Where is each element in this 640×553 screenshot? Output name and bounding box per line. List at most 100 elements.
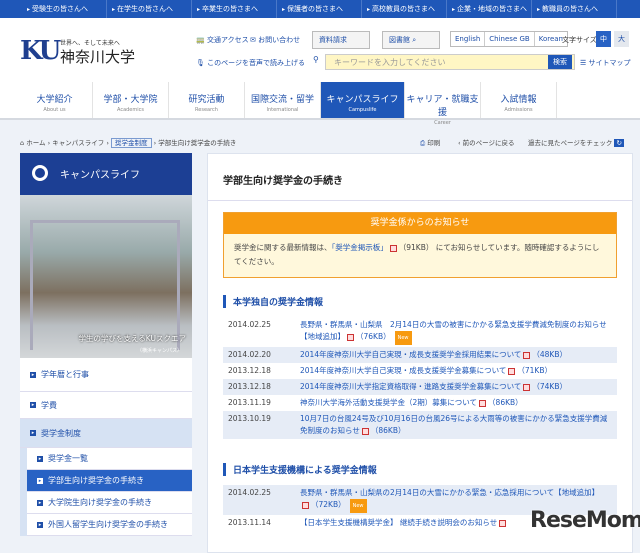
sitemap-link[interactable]: ☰ サイトマップ	[580, 58, 631, 68]
nav-campuslife[interactable]: キャンパスライフ Campuslife	[321, 82, 405, 118]
pdf-icon	[347, 333, 354, 341]
contact-link[interactable]: ✉ お問い合わせ	[250, 35, 300, 45]
nav-research[interactable]: 研究活動 Research	[169, 82, 245, 118]
pdf-icon	[523, 351, 531, 359]
notice-body: 奨学金に関する最新情報は、「奨学金掲示板」 （91KB） にてお知らせしています。…	[234, 243, 600, 266]
breadcrumb-home[interactable]: ホーム	[26, 139, 45, 147]
request-button[interactable]: 資料請求	[312, 31, 370, 49]
row-link[interactable]: 【日本学生支援機構奨学金】 継続手続き説明会のお知らせ	[300, 518, 497, 527]
main-content: 学部生向け奨学金の手続き 奨学金係からのお知らせ 奨学金に関する最新情報は、「奨…	[207, 153, 633, 553]
voice-reader-link[interactable]: 🎙 このページを音声で読み上げる	[196, 58, 305, 68]
home-icon: ⌂	[20, 139, 25, 147]
breadcrumb-current: 学部生向け奨学金の手続き	[158, 139, 237, 147]
news-list: 2014.02.25 長野県・群馬県・山梨県 2月14日の大雪の被害にかかる緊急支…	[223, 317, 617, 439]
university-name[interactable]: 神奈川大学	[60, 46, 135, 67]
sidebar-sub-international[interactable]: 外国人留学生向け奨学金の手続き	[27, 514, 192, 536]
row-link[interactable]: 長野県・群馬県・山梨県の2月14日の大雪にかかる緊急・応急採用について【地域追加…	[300, 488, 599, 497]
table-row: 2013.12.18 2014年度神奈川大学自己実現・成長支援奨学金募集について （…	[223, 363, 617, 379]
breadcrumb-scholarship[interactable]: 奨学金制度	[111, 138, 152, 148]
audience-bar: 受験生の皆さんへ 在学生の皆さんへ 卒業生の皆さまへ 保護者の皆さまへ 高校教員…	[0, 0, 640, 18]
search-input[interactable]: キーワードを入力してください	[325, 54, 575, 70]
table-row: 2014.02.25 長野県・群馬県・山梨県 2月14日の大雪の被害にかかる緊急支…	[223, 317, 617, 347]
notice-box: 奨学金係からのお知らせ 奨学金に関する最新情報は、「奨学金掲示板」 （91KB） …	[223, 212, 617, 278]
language-switcher: English Chinese GB Korean	[450, 31, 568, 47]
new-badge: New	[394, 331, 412, 345]
sidebar-sub-undergrad[interactable]: 学部生向け奨学金の手続き	[27, 470, 192, 492]
sidebar: キャンパスライフ 学生の学びを支えるKUスクエア （横浜キャンパス） 学年暦と行…	[20, 153, 192, 536]
lang-chinese[interactable]: Chinese GB	[485, 32, 535, 46]
sidebar-item-scholarship[interactable]: 奨学金制度	[20, 419, 192, 448]
font-size-label: 文字サイズ	[562, 36, 597, 44]
table-row: 2013.10.19 10月7日の台風24号及び10月16日の台風26号による大雨…	[223, 411, 617, 439]
font-size-large[interactable]: 大	[614, 31, 629, 47]
sidebar-item-calendar[interactable]: 学年暦と行事	[20, 358, 192, 392]
nav-admissions[interactable]: 入試情報 Admissions	[481, 82, 557, 118]
table-row: 2014.02.20 2014年度神奈川大学自己実現・成長支援奨学金採用結果につい…	[223, 347, 617, 363]
sidebar-header: キャンパスライフ	[20, 153, 192, 195]
row-link[interactable]: 2014年度神奈川大学自己実現・成長支援奨学金採用結果について	[300, 350, 521, 359]
history-link[interactable]: 過去に見たページをチェック ↻	[528, 137, 624, 147]
nav-about[interactable]: 大学紹介 About us	[17, 82, 93, 118]
sidebar-item-fees[interactable]: 学費	[20, 392, 192, 419]
sidebar-sub-graduate[interactable]: 大学院生向け奨学金の手続き	[27, 492, 192, 514]
font-size-mid[interactable]: 中	[596, 31, 611, 47]
file-size: （74KB）	[532, 382, 567, 391]
page-title: 学部生向け奨学金の手続き	[223, 176, 343, 187]
row-link[interactable]: 2014年度神奈川大学指定資格取得・進路支援奨学金募集について	[300, 382, 521, 391]
audience-link[interactable]: 受験生の皆さんへ	[22, 0, 107, 18]
row-link[interactable]: 長野県・群馬県・山梨県 2月14日の大雪の被害にかかる緊急支援学費減免制度のお知…	[300, 320, 607, 341]
breadcrumb-campuslife[interactable]: キャンパスライフ	[52, 139, 104, 147]
new-badge: New	[349, 499, 367, 513]
sidebar-sub-list[interactable]: 奨学金一覧	[27, 448, 192, 470]
search-button[interactable]: 検索	[548, 55, 572, 69]
file-size: （86KB）	[488, 398, 523, 407]
back-link[interactable]: ‹ 前のページに戻る	[458, 137, 515, 147]
row-date: 2013.12.18	[228, 366, 271, 375]
search-icon: ⚲	[313, 55, 319, 64]
pdf-icon	[499, 519, 507, 527]
row-date: 2013.12.18	[228, 382, 271, 391]
bulletin-link[interactable]: 「奨学金掲示板」	[332, 243, 388, 252]
history-icon: ↻	[614, 139, 624, 147]
print-icon: ⎙	[420, 139, 426, 147]
file-size: （72KB）	[311, 500, 346, 509]
row-link[interactable]: 2014年度神奈川大学自己実現・成長支援奨学金募集について	[300, 366, 506, 375]
audience-link[interactable]: 卒業生の皆さまへ	[192, 0, 277, 18]
audience-link[interactable]: 企業・地域の皆さまへ	[447, 0, 532, 18]
pdf-icon	[479, 399, 487, 407]
audience-link[interactable]: 保護者の皆さまへ	[277, 0, 362, 18]
pdf-icon	[361, 427, 369, 435]
pdf-icon	[523, 383, 531, 391]
row-link[interactable]: 10月7日の台風24号及び10月16日の台風26号による大雨等の被害にかかる緊急…	[300, 414, 607, 435]
global-nav: 大学紹介 About us 学部・大学院 Academics 研究活動 Researc…	[0, 82, 640, 126]
photo-caption: 学生の学びを支えるKUスクエア	[78, 334, 186, 343]
nav-career[interactable]: キャリア・就職支援 Career	[405, 82, 481, 126]
print-button[interactable]: ⎙ 印刷	[420, 137, 440, 148]
row-date: 2013.11.14	[228, 518, 271, 527]
file-size: （86KB）	[370, 426, 406, 435]
lang-english[interactable]: English	[451, 32, 486, 46]
watermark-logo: ReseMom	[530, 508, 640, 533]
library-button[interactable]: 図書館 ⌕	[382, 31, 440, 49]
divider	[208, 200, 632, 201]
nav-academics[interactable]: 学部・大学院 Academics	[93, 82, 169, 118]
audience-link[interactable]: 在学生の皆さんへ	[107, 0, 192, 18]
table-row: 2013.12.18 2014年度神奈川大学指定資格取得・進路支援奨学金募集につい…	[223, 379, 617, 395]
audience-link[interactable]: 高校教員の皆さまへ	[362, 0, 447, 18]
logo[interactable]: KU	[20, 36, 61, 66]
access-link[interactable]: 🚃 交通アクセス	[196, 35, 249, 45]
row-link[interactable]: 神奈川大学海外活動支援奨学金（2期）募集について	[300, 398, 477, 407]
row-date: 2014.02.20	[228, 350, 271, 359]
section-heading: 本学独自の奨学金情報	[223, 295, 323, 308]
table-row: 2013.11.19 神奈川大学海外活動支援奨学金（2期）募集について （86KB）	[223, 395, 617, 411]
ring-icon	[32, 165, 48, 181]
nav-international[interactable]: 国際交流・留学 International	[245, 82, 321, 118]
pdf-icon	[302, 501, 309, 509]
row-date: 2013.10.19	[228, 414, 271, 423]
pdf-icon	[508, 367, 516, 375]
audience-link[interactable]: 教職員の皆さんへ	[532, 0, 617, 18]
file-size: （71KB）	[517, 366, 552, 375]
file-size: （76KB）	[356, 332, 391, 341]
section-heading: 日本学生支援機構による奨学金情報	[223, 463, 377, 476]
pdf-icon	[389, 244, 397, 252]
